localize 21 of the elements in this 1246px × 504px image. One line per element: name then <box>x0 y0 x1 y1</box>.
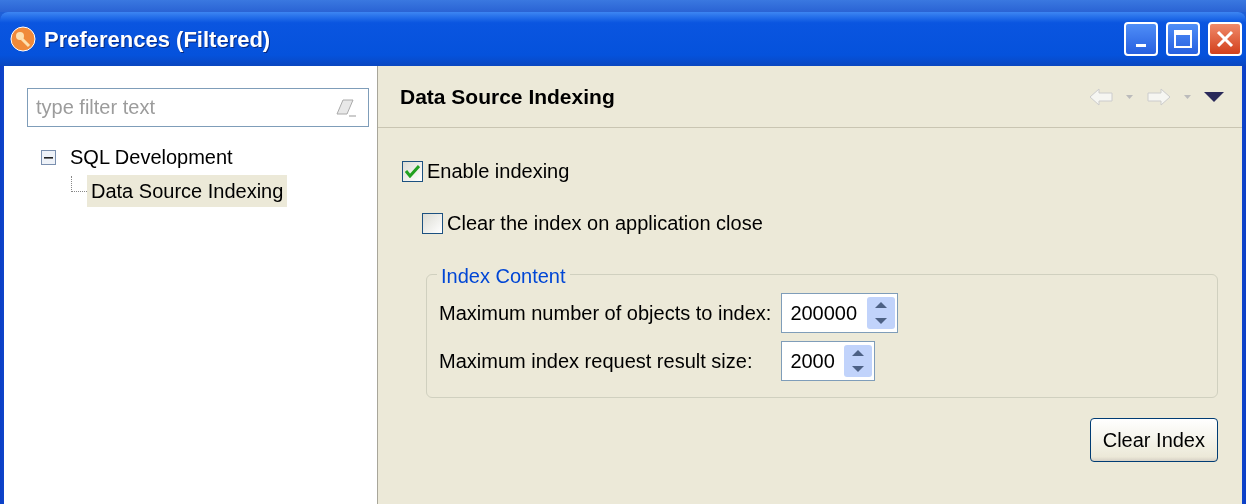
checkbox[interactable] <box>402 160 423 182</box>
window-title: Preferences (Filtered) <box>44 25 272 54</box>
page-title: Data Source Indexing <box>400 83 616 110</box>
filter-field[interactable]: type filter text <box>27 88 369 127</box>
checkbox-label: Enable indexing <box>427 159 570 184</box>
menu-caret-icon[interactable] <box>1204 90 1224 103</box>
maximize-button[interactable] <box>1166 22 1200 56</box>
app-icon <box>10 26 36 52</box>
field-label: Maximum index request result size: <box>439 349 754 374</box>
checkbox[interactable] <box>422 212 443 234</box>
checkbox-label: Clear the index on application close <box>447 211 763 236</box>
close-icon <box>1216 30 1234 48</box>
tree-item[interactable]: SQL Development <box>66 141 237 173</box>
collapse-toggle-icon[interactable] <box>41 149 56 165</box>
close-button[interactable] <box>1208 22 1242 56</box>
field-label: Maximum number of objects to index: <box>439 301 772 326</box>
minimize-icon <box>1136 43 1146 47</box>
maximize-icon <box>1174 30 1192 48</box>
clear-index-button[interactable]: Clear Index <box>1089 418 1218 462</box>
tree-item[interactable]: Data Source Indexing <box>87 175 288 207</box>
minimize-button[interactable] <box>1124 22 1158 56</box>
